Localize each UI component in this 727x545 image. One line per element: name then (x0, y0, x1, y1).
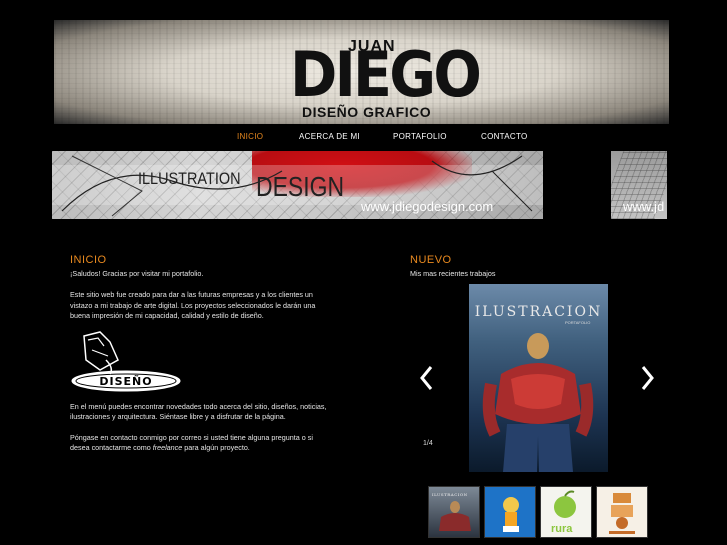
site-logo[interactable]: JUAN DIEGO DISEÑO GRAFICO (290, 38, 482, 120)
logo-diego-text: DIEGO (290, 38, 482, 111)
banner-word-illustration: ILLUSTRATION (138, 169, 241, 188)
thumb-rura-label: rura (551, 523, 573, 535)
chevron-right-icon[interactable] (637, 363, 657, 393)
logo-subtitle: DISEÑO GRAFICO (302, 104, 432, 120)
banner-slide-next[interactable]: www.jd (611, 151, 667, 219)
nav-item-contacto[interactable]: CONTACTO (481, 132, 528, 141)
contact-text-after: para algún proyecto. (182, 443, 250, 453)
featured-artwork[interactable]: ILUSTRACION PORTAFOLIO (469, 284, 608, 472)
nuevo-subtitle: Mis mas recientes trabajos (410, 269, 496, 278)
nav-item-portafolio[interactable]: PORTAFOLIO (393, 132, 447, 141)
contact-paragraph: Póngase en contacto conmigo por correo s… (70, 433, 330, 454)
nav-item-inicio[interactable]: INICIO (237, 132, 263, 141)
chevron-left-icon[interactable] (417, 363, 437, 393)
menu-info-paragraph: En el menú puedes encontrar novedades to… (70, 402, 327, 422)
nav-item-acerca-de-mi[interactable]: ACERCA DE MI (299, 132, 360, 141)
ornament-logo-graphic (609, 493, 635, 534)
banner-side-url: www.jd (623, 199, 665, 214)
main-navigation: INICIO ACERCA DE MI PORTAFOLIO CONTACTO (0, 131, 727, 145)
nuevo-heading: NUEVO (410, 254, 452, 266)
nuevo-section: NUEVO Mis mas recientes trabajos (410, 254, 670, 278)
thumb-ilustracion-figure (439, 501, 471, 531)
boy-illustration-graphic (503, 497, 519, 532)
diseno-sketch-logo: DISEÑO (71, 331, 181, 392)
poster-title: ILUSTRACION (474, 304, 603, 320)
muscular-figure-illustration (482, 333, 594, 472)
site-header-banner: JUAN DIEGO DISEÑO GRAFICO (54, 20, 669, 124)
slide-counter: 1/4 (423, 440, 433, 447)
banner-url: www.jdiegodesign.com (361, 199, 494, 214)
inicio-section: INICIO ¡Saludos! Gracias por visitar mi … (70, 254, 330, 452)
prev-arrow-graphic (420, 366, 433, 390)
contact-text-freelance: freelance (152, 443, 183, 453)
banner-slide-current[interactable]: ILLUSTRATION DESIGN www.jdiegodesign.com (52, 151, 543, 219)
intro-paragraph: Este sitio web fue creado para dar a las… (70, 290, 316, 321)
inicio-heading: INICIO (70, 254, 107, 266)
banner-word-design: DESIGN (256, 171, 345, 202)
greeting-text: ¡Saludos! Gracias por visitar mi portafo… (70, 269, 204, 278)
thumb-ilustracion[interactable]: ILUSTRACION (428, 486, 480, 538)
diseno-sketch-label: DISEÑO (99, 375, 152, 388)
thumb-boy-illustration[interactable] (484, 486, 536, 538)
next-arrow-graphic (641, 366, 654, 390)
thumb-ornament-logo[interactable] (596, 486, 648, 538)
thumb-rura[interactable]: rura (540, 486, 592, 538)
